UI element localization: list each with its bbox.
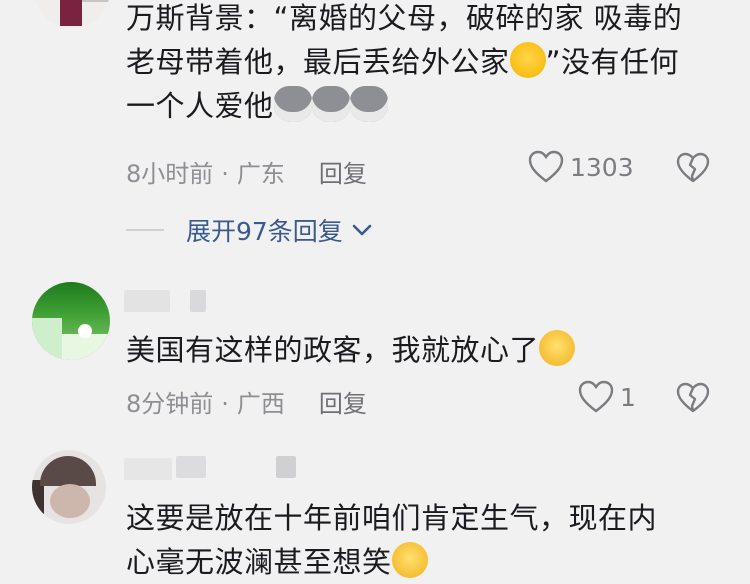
comment-text: 这要是放在十年前咱们肯定生气，现在内 心毫无波澜甚至想笑 [126,496,726,584]
broken-heart-icon [676,152,710,183]
comment-text: 万斯背景：“离婚的父母，破碎的家 吸毒的 老母带着他，最后丢给外公家 ”没有任何 … [126,0,726,128]
reply-button[interactable]: 回复 [319,390,367,418]
like-button[interactable]: 1 [578,380,636,414]
broken-heart-icon [676,382,710,413]
masked-username [276,456,296,478]
masked-username [190,290,206,312]
comment-line: 万斯背景：“离婚的父母，破碎的家 吸毒的 [126,1,683,35]
comment-time: 8分钟前 [126,390,214,418]
like-button[interactable]: 1303 [528,150,634,184]
comment-meta: 8小时前 · 广东 回复 [126,160,367,188]
avatar[interactable] [34,0,110,28]
masked-username [124,290,170,312]
like-count: 1303 [570,152,634,182]
dog-emoji-icon [273,86,312,122]
chevron-down-icon [352,224,372,236]
comment-meta: 8分钟前 · 广西 回复 [126,390,367,418]
smiling-emoji-icon [539,330,576,366]
comment-line: 这要是放在十年前咱们肯定生气，现在内 [126,501,658,535]
smiling-emoji-icon [391,542,428,578]
reply-button[interactable]: 回复 [319,160,367,188]
laughing-emoji-icon [509,42,546,78]
comment-location: 广东 [236,160,285,188]
heart-outline-icon [528,150,564,183]
dog-emoji-icon [349,86,388,122]
comment-line: 美国有这样的政客，我就放心了 [126,333,540,367]
like-count: 1 [620,382,636,412]
dislike-button[interactable] [676,152,710,188]
comment-location: 广西 [236,390,285,418]
expand-replies-label: 展开97条回复 [186,217,343,246]
comment-text: 美国有这样的政客，我就放心了 [126,328,726,372]
avatar[interactable] [32,282,110,360]
masked-username [124,458,172,480]
masked-username [176,456,206,478]
dog-emoji-icon [311,86,350,122]
divider [126,229,164,231]
comment-line: 心毫无波澜甚至想笑 [126,540,726,584]
comment-time: 8小时前 [126,160,214,188]
heart-outline-icon [578,380,614,413]
comment-line: 老母带着他，最后丢给外公家 ”没有任何 [126,40,726,84]
avatar[interactable] [32,450,106,524]
comment-line: 一个人爱他 [126,84,726,128]
dislike-button[interactable] [676,382,710,418]
expand-replies-button[interactable]: 展开97条回复 [126,212,373,248]
